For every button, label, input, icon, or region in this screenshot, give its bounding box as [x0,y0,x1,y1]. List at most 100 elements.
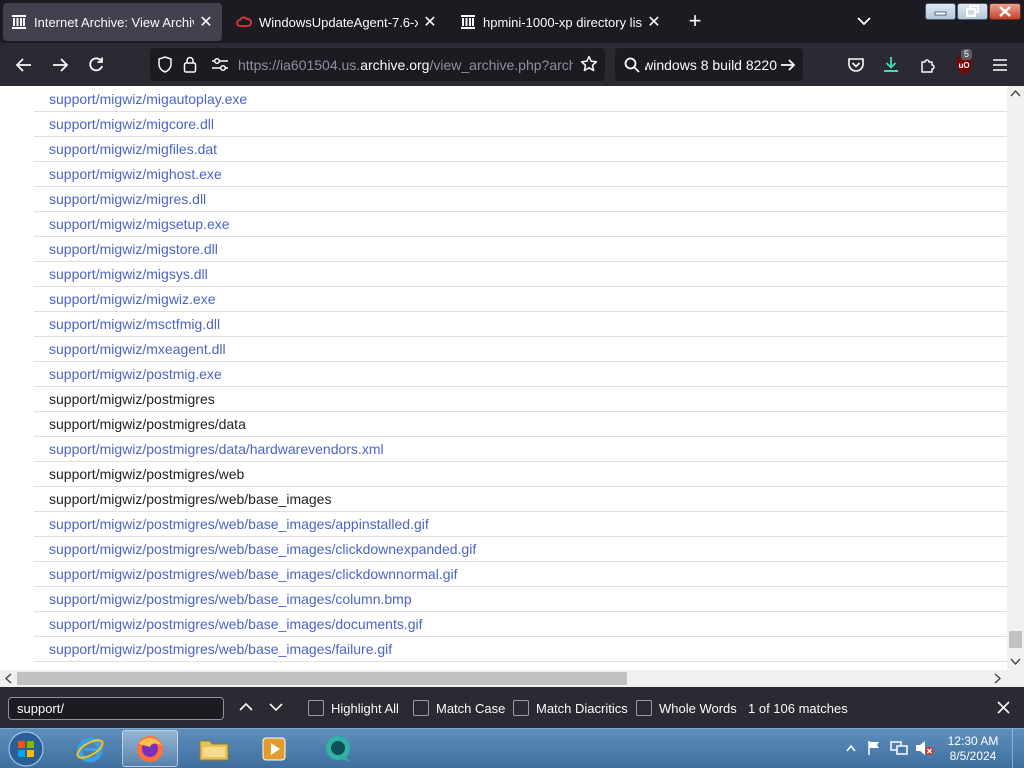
clock-time: 12:30 AM [947,734,999,748]
scroll-thumb[interactable] [1009,631,1022,648]
file-link[interactable]: support/migwiz/migres.dll [34,187,1007,212]
file-link[interactable]: support/migwiz/postmigres/web/base_image… [34,512,1007,537]
url-text[interactable]: https://ia601504.us.archive.org/view_arc… [238,57,573,73]
close-find-bar-icon[interactable] [996,700,1011,715]
file-link[interactable]: support/migwiz/mxeagent.dll [34,337,1007,362]
minimize-button[interactable] [925,3,956,20]
file-link[interactable]: support/migwiz/migfiles.dat [34,137,1007,162]
lock-icon[interactable] [183,56,197,73]
download-icon [884,57,898,72]
media-player-icon [262,737,286,760]
file-link[interactable]: support/migwiz/migwiz.exe [34,287,1007,312]
file-link[interactable]: support/migwiz/migcore.dll [34,112,1007,137]
highlight-all-label: Highlight All [331,700,399,716]
tab-title: Internet Archive: View Archive [34,14,194,30]
url-path: /view_archive.php?archive=/ [429,57,573,73]
pocket-button[interactable] [841,50,871,80]
app-bubble-icon [326,735,351,762]
search-icon [624,57,640,73]
file-link[interactable]: support/migwiz/postmigres/web/base_image… [34,612,1007,637]
url-domain: archive.org [360,57,430,73]
checkbox-box[interactable] [636,700,652,716]
volume-muted-icon[interactable] [914,740,934,756]
scroll-up-icon[interactable] [1010,89,1021,97]
search-bar[interactable]: windows 8 build 8220 [615,48,803,81]
match-case-checkbox[interactable]: Match Case [413,700,505,716]
close-tab-icon[interactable]: ✕ [198,12,214,32]
back-button[interactable] [9,50,39,80]
match-count: 1 of 106 matches [748,701,848,716]
close-tab-icon[interactable]: ✕ [422,12,438,32]
file-link[interactable]: support/migwiz/postmigres/web/base_image… [34,637,1007,662]
ublock-button[interactable]: uO 5 [949,49,979,80]
scroll-left-icon[interactable] [4,673,12,684]
forward-button[interactable] [45,50,75,80]
tab-internet-archive[interactable]: Internet Archive: View Archive ✕ [3,3,222,41]
extensions-button[interactable] [913,50,943,80]
close-window-button[interactable] [989,3,1021,20]
file-link[interactable]: support/migwiz/postmigres/web/base_image… [34,537,1007,562]
scroll-thumb[interactable] [17,672,627,685]
menu-button[interactable] [985,50,1015,80]
close-tab-icon[interactable]: ✕ [646,12,662,32]
file-link[interactable]: support/migwiz/postmigres/web/base_image… [34,562,1007,587]
highlight-all-checkbox[interactable]: Highlight All [308,700,399,716]
file-link[interactable]: support/migwiz/msctfmig.dll [34,312,1007,337]
hamburger-menu-icon [993,59,1007,71]
show-desktop-button[interactable] [1012,729,1024,768]
tab-windows-update-agent[interactable]: WindowsUpdateAgent-7.6-x86.exe ✕ [228,3,446,41]
file-link[interactable]: support/migwiz/migstore.dll [34,237,1007,262]
back-arrow-icon [15,58,31,72]
file-link[interactable]: support/migwiz/migsetup.exe [34,212,1007,237]
taskbar-clock[interactable]: 12:30 AM 8/5/2024 [940,734,1006,764]
tab-hpmini-directory[interactable]: hpmini-1000-xp directory listing ✕ [452,3,670,41]
taskbar-media-player[interactable] [246,730,302,767]
taskbar-file-explorer[interactable] [186,730,242,767]
maximize-button[interactable] [957,3,988,20]
find-input[interactable] [8,697,224,720]
whole-words-checkbox[interactable]: Whole Words [636,700,737,716]
match-case-label: Match Case [436,700,506,716]
taskbar-app[interactable] [310,730,366,767]
scroll-down-icon[interactable] [1010,658,1021,666]
file-link[interactable]: support/migwiz/migautoplay.exe [34,87,1007,112]
find-previous-icon[interactable] [238,700,254,714]
windows-taskbar: 12:30 AM 8/5/2024 [0,728,1024,768]
address-bar[interactable]: https://ia601504.us.archive.org/view_arc… [150,48,605,81]
taskbar-firefox[interactable] [122,730,178,767]
start-button[interactable] [8,731,44,767]
file-link[interactable]: support/migwiz/migsys.dll [34,262,1007,287]
file-link[interactable]: support/migwiz/postmig.exe [34,362,1007,387]
checkbox-box[interactable] [413,700,429,716]
find-next-icon[interactable] [268,700,284,714]
bookmark-star-icon[interactable] [580,55,598,73]
checkbox-box[interactable] [513,700,529,716]
file-link[interactable]: support/migwiz/postmigres/web/base_image… [34,587,1007,612]
pocket-icon [848,58,864,72]
new-tab-button[interactable]: + [684,10,706,32]
scroll-right-icon[interactable] [994,673,1002,684]
directory-entry: support/migwiz/postmigres/web/base_image… [34,487,1007,512]
match-diacritics-label: Match Diacritics [536,700,628,716]
match-diacritics-checkbox[interactable]: Match Diacritics [513,700,628,716]
file-link[interactable]: support/migwiz/postmigres/data/hardwarev… [34,437,1007,462]
file-link[interactable]: support/migwiz/mighost.exe [34,162,1007,187]
network-icon[interactable] [890,740,908,756]
checkbox-box[interactable] [308,700,324,716]
restore-icon [966,5,979,17]
shield-icon[interactable] [157,56,173,73]
horizontal-scrollbar[interactable] [0,670,1024,687]
vertical-scrollbar[interactable] [1007,86,1024,670]
taskbar-internet-explorer[interactable] [62,730,118,767]
show-hidden-icons-icon[interactable] [846,744,856,752]
go-arrow-icon[interactable] [780,57,796,73]
svg-text:uO: uO [958,61,969,70]
action-center-flag-icon[interactable] [866,740,882,756]
downloads-button[interactable] [876,50,906,80]
search-input[interactable]: windows 8 build 8220 [645,57,777,73]
windows-logo-icon [8,731,44,767]
minimize-icon [934,11,947,16]
list-all-tabs-icon[interactable] [855,12,873,30]
permissions-icon[interactable] [211,57,229,72]
reload-button[interactable] [81,50,111,80]
